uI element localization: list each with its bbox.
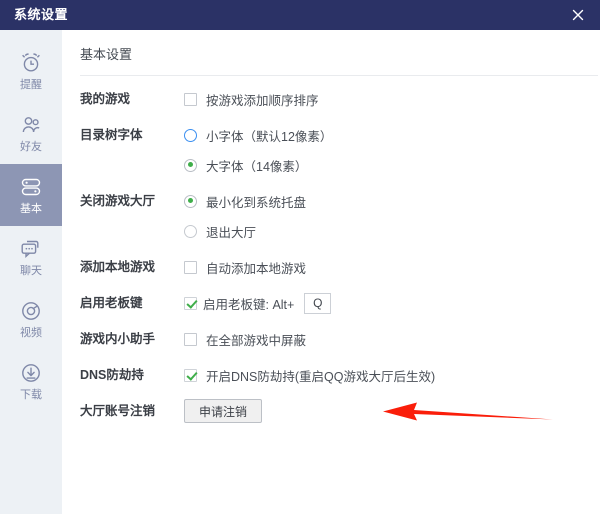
radio-circle-icon	[184, 224, 197, 238]
setting-row-my-games: 我的游戏 按游戏添加顺序排序	[80, 84, 600, 114]
row-label: 我的游戏	[80, 92, 131, 106]
window-title: 系统设置	[14, 7, 69, 22]
checkbox-box-icon	[184, 92, 197, 106]
settings-window: 系统设置 提醒 好友 基本 聊天 视频 下载 基本设置 我的游戏 按游戏添加顺序…	[0, 0, 600, 514]
video-camera-icon	[19, 298, 43, 324]
sidebar-label: 下载	[20, 389, 42, 401]
setting-row-close-lobby: 关闭游戏大厅 最小化到系统托盘 退出大厅	[80, 186, 600, 246]
option-label: 小字体（默认12像素）	[206, 129, 333, 144]
sidebar-label: 基本	[20, 203, 42, 215]
setting-row-dns-protection: DNS防劫持 开启DNS防劫持(重启QQ游戏大厅后生效)	[80, 360, 600, 390]
option-label: 大字体（14像素）	[206, 159, 308, 174]
sidebar-item-reminder[interactable]: 提醒	[0, 40, 62, 102]
row-body: 自动添加本地游戏	[184, 252, 600, 282]
row-label: 启用老板键	[80, 296, 143, 310]
checkbox-box-icon	[184, 368, 197, 382]
radio-small-font[interactable]: 小字体（默认12像素）	[184, 120, 600, 150]
option-label: 自动添加本地游戏	[206, 261, 307, 276]
friends-icon	[19, 112, 43, 138]
download-icon	[19, 360, 43, 386]
radio-circle-icon	[184, 158, 197, 172]
row-body: 申请注销	[184, 396, 600, 423]
option-label: 最小化到系统托盘	[206, 195, 307, 210]
checkbox-sort-by-add-order[interactable]: 按游戏添加顺序排序	[184, 84, 600, 114]
title-bar: 系统设置	[0, 0, 600, 30]
checkbox-enable-dns-protection[interactable]: 开启DNS防劫持(重启QQ游戏大厅后生效)	[184, 360, 600, 390]
setting-row-tree-font: 目录树字体 小字体（默认12像素） 大字体（14像素）	[80, 120, 600, 180]
checkbox-enable-boss-key[interactable]	[184, 296, 197, 310]
setting-row-ingame-assistant: 游戏内小助手 在全部游戏中屏蔽	[80, 324, 600, 354]
row-label: 游戏内小助手	[80, 332, 156, 346]
checkbox-auto-add-local-games[interactable]: 自动添加本地游戏	[184, 252, 600, 282]
radio-large-font[interactable]: 大字体（14像素）	[184, 150, 600, 180]
sidebar-item-video[interactable]: 视频	[0, 288, 62, 350]
radio-circle-icon	[184, 194, 197, 208]
sidebar-item-download[interactable]: 下载	[0, 350, 62, 412]
sidebar-label: 好友	[20, 141, 42, 153]
row-body: 按游戏添加顺序排序	[184, 84, 600, 114]
row-label: 添加本地游戏	[80, 260, 156, 274]
option-label: 在全部游戏中屏蔽	[206, 333, 307, 348]
radio-exit-lobby[interactable]: 退出大厅	[184, 216, 600, 246]
chat-bubbles-icon	[19, 236, 43, 262]
checkbox-box-icon	[184, 260, 197, 274]
row-body: 开启DNS防劫持(重启QQ游戏大厅后生效)	[184, 360, 600, 390]
setting-row-add-local-games: 添加本地游戏 自动添加本地游戏	[80, 252, 600, 282]
sidebar-label: 视频	[20, 327, 42, 339]
sidebar-item-basic[interactable]: 基本	[0, 164, 62, 226]
close-icon	[572, 9, 584, 21]
sidebar-item-chat[interactable]: 聊天	[0, 226, 62, 288]
radio-minimize-to-tray[interactable]: 最小化到系统托盘	[184, 186, 600, 216]
settings-rows: 我的游戏 按游戏添加顺序排序 目录树字体 小字体（默认12像素） 大字体（14像…	[80, 76, 600, 426]
checkbox-box-icon	[184, 332, 197, 346]
row-body: 启用老板键: Alt+ Q	[184, 288, 600, 318]
apply-deletion-button[interactable]: 申请注销	[184, 399, 263, 423]
sidebar-label: 聊天	[20, 265, 42, 277]
settings-content: 基本设置 我的游戏 按游戏添加顺序排序 目录树字体 小字体（默认12像素） 大字…	[62, 30, 600, 514]
basic-settings-icon	[19, 174, 43, 200]
row-body: 最小化到系统托盘 退出大厅	[184, 186, 600, 246]
checkbox-block-in-all-games[interactable]: 在全部游戏中屏蔽	[184, 324, 600, 354]
setting-row-boss-key: 启用老板键 启用老板键: Alt+ Q	[80, 288, 600, 318]
row-label: 大厅账号注销	[80, 404, 156, 418]
boss-key-option: 启用老板键: Alt+ Q	[184, 288, 600, 318]
page-title: 基本设置	[80, 30, 598, 76]
alarm-clock-icon	[19, 50, 43, 76]
sidebar-item-friends[interactable]: 好友	[0, 102, 62, 164]
boss-key-input[interactable]: Q	[304, 292, 332, 314]
row-body: 在全部游戏中屏蔽	[184, 324, 600, 354]
setting-row-account-deletion: 大厅账号注销 申请注销	[80, 396, 600, 426]
sidebar-label: 提醒	[20, 79, 42, 91]
option-label: 退出大厅	[206, 225, 257, 240]
row-label: 目录树字体	[80, 128, 143, 142]
option-label: 按游戏添加顺序排序	[206, 93, 319, 108]
row-label: DNS防劫持	[80, 368, 144, 382]
option-label: 开启DNS防劫持(重启QQ游戏大厅后生效)	[206, 369, 436, 384]
row-body: 小字体（默认12像素） 大字体（14像素）	[184, 120, 600, 180]
row-label: 关闭游戏大厅	[80, 194, 156, 208]
option-label: 启用老板键: Alt+	[203, 297, 295, 312]
close-button[interactable]	[556, 0, 600, 30]
sidebar: 提醒 好友 基本 聊天 视频 下载	[0, 30, 62, 514]
radio-circle-icon	[184, 128, 197, 142]
annotation-arrow	[381, 398, 571, 431]
